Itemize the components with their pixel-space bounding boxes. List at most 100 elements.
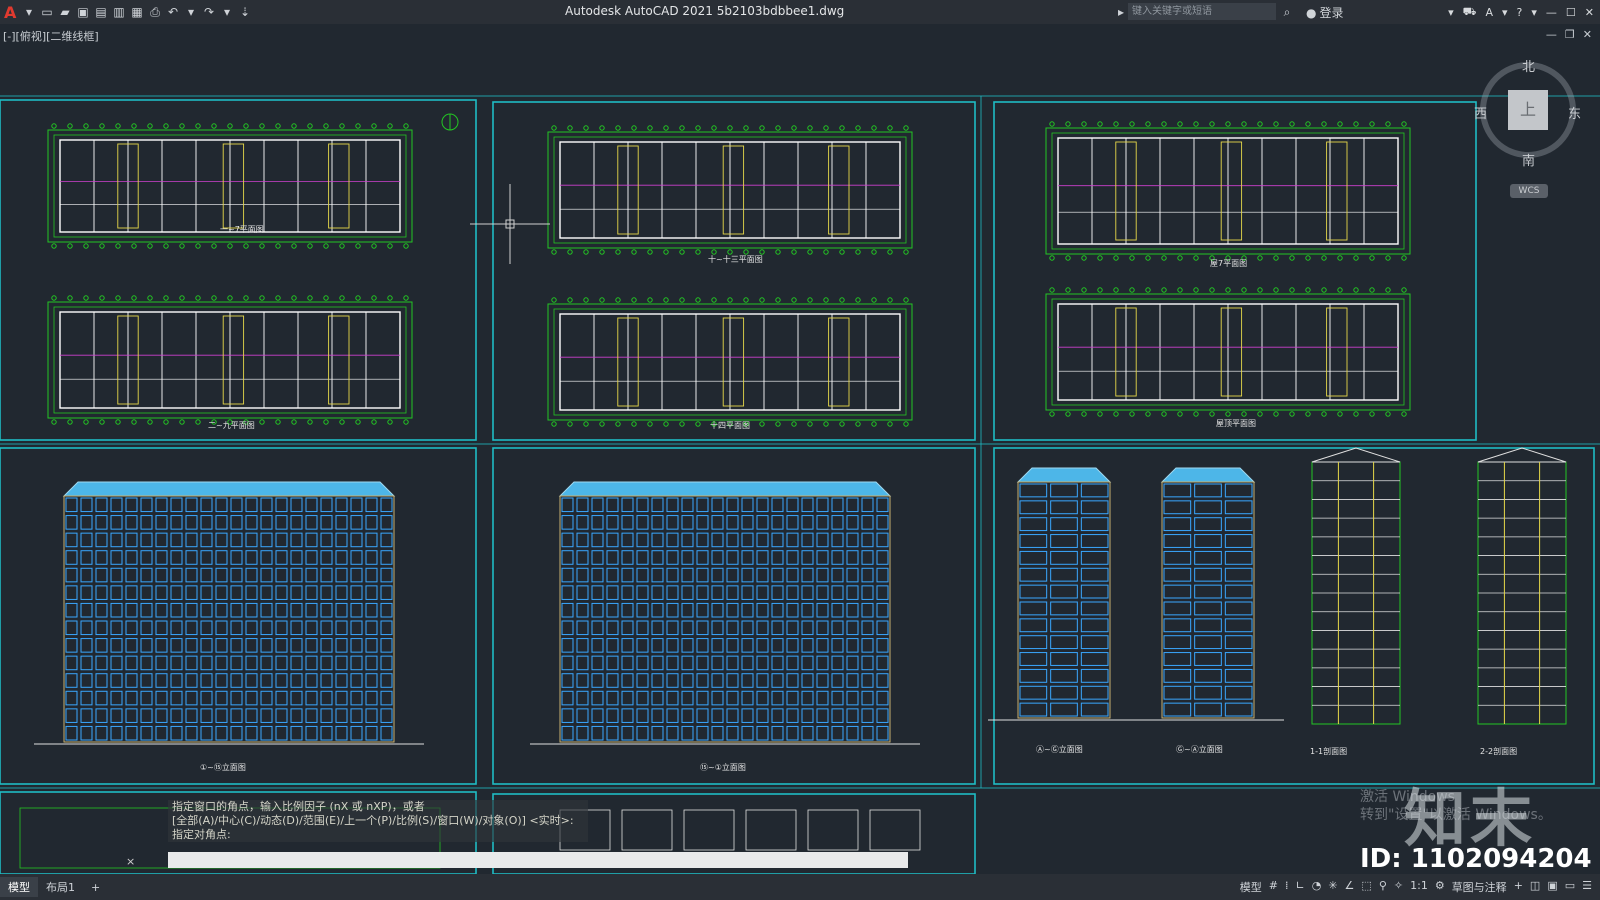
autocad-logo-icon[interactable]: A — [4, 3, 18, 22]
plan-label: 十~十三平面图 — [708, 255, 763, 264]
title-bar: A ▾ ▭ ▰ ▣ ▤ ▥ ▦ ⎙ ↶ ▾ ↷ ▾ ⇣ Autodesk Aut… — [0, 0, 1600, 24]
plan-a-bottom — [47, 295, 413, 425]
plot-icon[interactable]: ▦ — [130, 5, 144, 19]
command-input[interactable] — [168, 852, 908, 868]
autodesk-a360-icon[interactable]: A — [1485, 6, 1493, 19]
clean-screen-icon[interactable]: ▭ — [1565, 879, 1575, 895]
close-window-icon[interactable]: ✕ — [1585, 6, 1594, 19]
viewport-minimize-icon[interactable]: — — [1546, 28, 1557, 41]
viewcube-north[interactable]: 北 — [1522, 56, 1535, 75]
viewcube-west[interactable]: 西 — [1474, 103, 1487, 122]
viewport-close-icon[interactable]: ✕ — [1583, 28, 1592, 41]
elevation-a — [34, 481, 424, 745]
wcs-menu[interactable]: WCS — [1510, 184, 1548, 198]
print-icon[interactable]: ⎙ — [148, 5, 162, 19]
floor-plans — [47, 121, 1411, 427]
plus-icon[interactable]: + — [1514, 879, 1523, 895]
save-icon[interactable]: ▣ — [76, 5, 90, 19]
ortho-icon[interactable]: ∟ — [1296, 879, 1305, 895]
viewport-window-controls: — ❐ ✕ — [1546, 28, 1592, 41]
minimize-icon[interactable]: — — [1546, 6, 1557, 19]
undo-dropdown-icon[interactable]: ▾ — [184, 5, 198, 19]
tab-layout1[interactable]: 布局1 — [38, 877, 83, 897]
tab-model[interactable]: 模型 — [0, 877, 38, 897]
workspace-switch[interactable]: 草图与注释 — [1452, 879, 1507, 895]
redo-icon[interactable]: ↷ — [202, 5, 216, 19]
plan-b-top — [547, 125, 913, 255]
gear-icon[interactable]: ⚙ — [1435, 879, 1445, 895]
section-1-1 — [1311, 447, 1401, 725]
signin-button[interactable]: ● 登录 — [1306, 4, 1344, 21]
select-cycle-icon[interactable]: ⬚ — [1361, 879, 1371, 895]
side-elevation-a — [988, 467, 1140, 721]
publish-icon[interactable]: ▥ — [112, 5, 126, 19]
hardware-acceleration-icon[interactable]: ▣ — [1547, 879, 1557, 895]
command-history-line: 指定窗口的角点，输入比例因子 (nX 或 nXP)，或者 — [168, 800, 588, 814]
elevation-b — [530, 481, 920, 745]
grid-icon[interactable]: # — [1269, 879, 1278, 895]
plan-label: 屋顶平面图 — [1216, 419, 1256, 428]
window-title: Autodesk AutoCAD 2021 5b2103bdbbee1.dwg — [565, 4, 845, 18]
annotation-autoscale-icon[interactable]: ✧ — [1394, 879, 1403, 895]
elevation-label: ⑮~①立面图 — [700, 763, 746, 772]
signin-label: 登录 — [1319, 6, 1344, 20]
plan-c-bottom — [1045, 287, 1411, 417]
side-elevation-b — [1132, 467, 1284, 721]
annotation-visibility-icon[interactable]: ⚲ — [1379, 879, 1387, 895]
search-expand-icon[interactable]: ▸ — [1114, 5, 1128, 19]
section-2-2 — [1477, 447, 1567, 725]
user-icon: ● — [1306, 5, 1317, 20]
help-icon[interactable]: ? — [1517, 6, 1523, 19]
plan-label: 一~7平面图 — [220, 225, 264, 234]
drawing-svg — [0, 95, 1600, 874]
isolate-icon[interactable]: ◫ — [1530, 879, 1540, 895]
customize-toolbar-icon[interactable]: ⇣ — [238, 5, 252, 19]
polar-icon[interactable]: ◔ — [1312, 879, 1322, 895]
snap-icon[interactable]: ⁞ — [1285, 879, 1289, 895]
viewcube-top-face[interactable]: 上 — [1508, 90, 1548, 130]
plan-label: 二~九平面图 — [208, 421, 255, 430]
window-controls: ▾ ⛟ A ▾ ? ▾ — ☐ ✕ — [1448, 0, 1594, 24]
elevation-label: Ⓐ~Ⓖ立面图 — [1036, 745, 1083, 754]
elevation-label: ①~⑮立面图 — [200, 763, 246, 772]
section-label: 2-2剖面图 — [1480, 747, 1518, 756]
plan-label: 屋7平面图 — [1210, 259, 1248, 268]
viewcube-south[interactable]: 南 — [1522, 150, 1535, 169]
search-icon[interactable]: ⌕ — [1280, 5, 1294, 19]
elevation-label: Ⓖ~Ⓐ立面图 — [1176, 745, 1223, 754]
otrack-icon[interactable]: ∠ — [1345, 879, 1355, 895]
command-history: 指定窗口的角点，输入比例因子 (nX 或 nXP)，或者 [全部(A)/中心(C… — [168, 800, 588, 842]
new-file-icon[interactable]: ▭ — [40, 5, 54, 19]
redo-dropdown-icon[interactable]: ▾ — [220, 5, 234, 19]
menu-dropdown-icon[interactable]: ▾ — [22, 5, 36, 19]
a360-dropdown-icon[interactable]: ▾ — [1502, 6, 1508, 19]
annotation-scale[interactable]: 1:1 — [1410, 879, 1428, 895]
save-as-icon[interactable]: ▤ — [94, 5, 108, 19]
add-layout-button[interactable]: + — [83, 879, 108, 896]
command-close-icon[interactable]: × — [126, 855, 135, 868]
customization-menu-icon[interactable]: ☰ — [1582, 879, 1592, 895]
status-bar: 模型 布局1 + 模型 # ⁞ ∟ ◔ ✳ ∠ ⬚ ⚲ ✧ 1:1 ⚙ 草图与注… — [0, 874, 1600, 900]
crosshair-cursor — [470, 184, 550, 264]
plan-c-top — [1045, 121, 1411, 261]
search-input[interactable]: 键入关键字或短语 — [1128, 3, 1276, 20]
open-folder-icon[interactable]: ▰ — [58, 5, 72, 19]
command-history-line: 指定对角点: — [168, 828, 588, 842]
command-history-line: [全部(A)/中心(C)/动态(D)/范围(E)/上一个(P)/比例(S)/窗口… — [168, 814, 588, 828]
model-space-toggle[interactable]: 模型 — [1240, 879, 1262, 895]
signin-dropdown-icon[interactable]: ▾ — [1448, 6, 1454, 19]
resource-id: ID: 1102094204 — [1360, 844, 1592, 874]
osnap-icon[interactable]: ✳ — [1328, 879, 1337, 895]
quick-access-toolbar: A ▾ ▭ ▰ ▣ ▤ ▥ ▦ ⎙ ↶ ▾ ↷ ▾ ⇣ — [0, 3, 544, 22]
section-label: 1-1剖面图 — [1310, 747, 1348, 756]
plan-b-bottom — [547, 297, 913, 427]
cart-icon[interactable]: ⛟ — [1463, 5, 1477, 20]
help-dropdown-icon[interactable]: ▾ — [1531, 6, 1537, 19]
viewport-restore-icon[interactable]: ❐ — [1565, 28, 1575, 41]
viewcube-east[interactable]: 东 — [1568, 103, 1581, 122]
maximize-icon[interactable]: ☐ — [1566, 6, 1576, 19]
model-space-canvas[interactable]: 一~7平面图 二~九平面图 十~十三平面图 十四平面图 屋7平面图 屋顶平面图 … — [0, 42, 1600, 874]
undo-icon[interactable]: ↶ — [166, 5, 180, 19]
plan-label: 十四平面图 — [710, 421, 750, 430]
status-tools: 模型 # ⁞ ∟ ◔ ✳ ∠ ⬚ ⚲ ✧ 1:1 ⚙ 草图与注释 + ◫ ▣ ▭… — [1240, 879, 1592, 895]
